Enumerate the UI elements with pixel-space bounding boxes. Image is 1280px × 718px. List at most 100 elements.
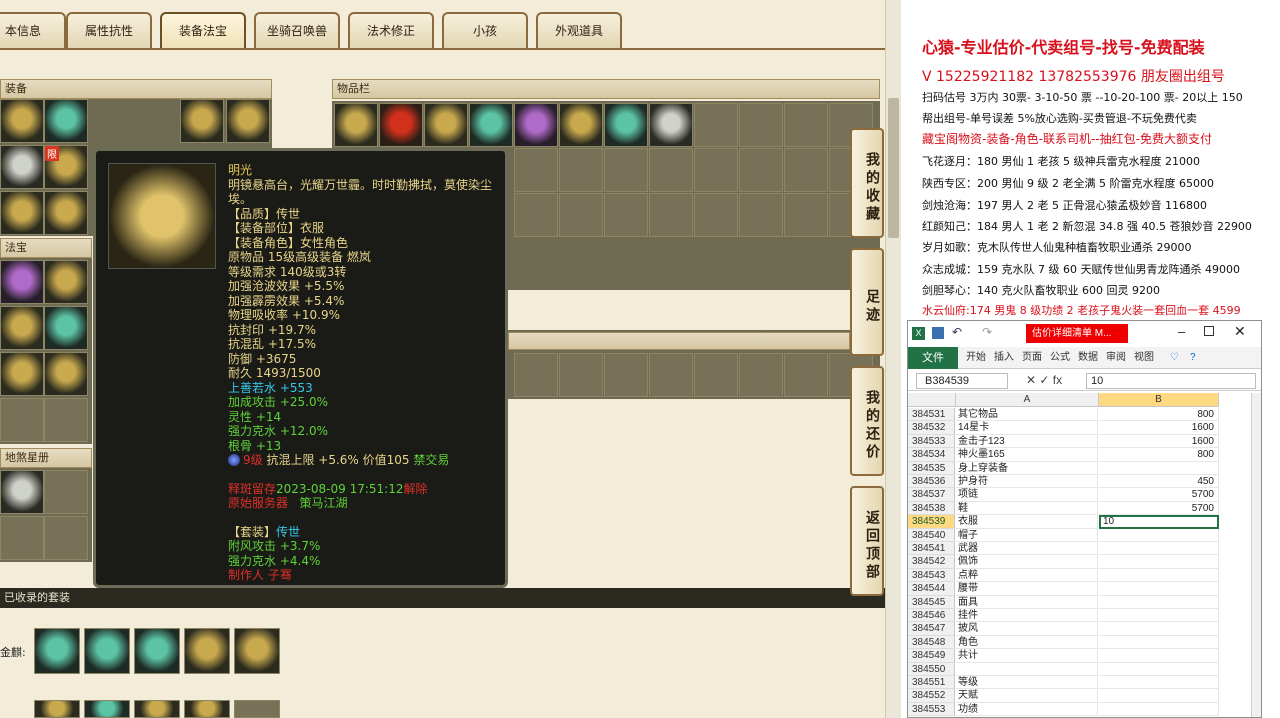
treasure-slot[interactable]	[0, 260, 44, 304]
tab-equipment[interactable]: 装备法宝	[160, 12, 246, 48]
set-item[interactable]	[184, 628, 230, 674]
row-number[interactable]: 384552	[908, 689, 955, 703]
cell-b[interactable]: 5700	[1099, 488, 1219, 502]
cell-a[interactable]: 项链	[956, 488, 1098, 502]
bag-slot[interactable]	[514, 193, 558, 237]
cell-a[interactable]: 面具	[956, 595, 1098, 609]
equip-slot[interactable]	[0, 99, 44, 143]
cell-b[interactable]	[1099, 595, 1219, 609]
cell-a[interactable]: 角色	[956, 635, 1098, 650]
row-number[interactable]: 384537	[908, 488, 955, 502]
scrollbar-thumb[interactable]	[888, 98, 899, 238]
row-number[interactable]: 384544	[908, 582, 955, 596]
bag-slot[interactable]	[739, 148, 783, 192]
save-icon[interactable]	[932, 327, 944, 339]
row-number[interactable]: 384535	[908, 461, 955, 475]
row-number[interactable]: 384545	[908, 595, 955, 609]
cell-a[interactable]: 武器	[956, 542, 1098, 556]
ribbon-tab[interactable]: 视图	[1134, 347, 1154, 369]
bag-slot[interactable]	[604, 148, 648, 192]
bag-slot[interactable]	[604, 353, 648, 397]
row-number[interactable]: 384550	[908, 662, 955, 676]
tab-appearance[interactable]: 外观道具	[536, 12, 622, 48]
row-number[interactable]: 384542	[908, 555, 955, 569]
equip-slot[interactable]	[226, 99, 270, 143]
row-number[interactable]: 384532	[908, 421, 955, 435]
cell-b[interactable]	[1099, 528, 1219, 542]
set-item[interactable]	[234, 628, 280, 674]
cell-a[interactable]: 金击子123	[956, 434, 1098, 449]
cell-b[interactable]	[1099, 649, 1219, 663]
cell-b[interactable]: 450	[1099, 475, 1219, 489]
bag-slot[interactable]	[649, 353, 693, 397]
cell-a[interactable]: 14星卡	[956, 421, 1098, 435]
treasure-slot[interactable]	[44, 260, 88, 304]
row-number[interactable]: 384548	[908, 635, 955, 650]
row-number[interactable]: 384538	[908, 501, 955, 516]
equip-slot[interactable]	[0, 145, 44, 189]
footprint-button[interactable]: 足迹	[850, 248, 884, 356]
help-icon[interactable]: ?	[1190, 347, 1196, 369]
treasure-slot[interactable]	[0, 398, 44, 442]
star-slot[interactable]	[0, 516, 44, 560]
back-to-top-button[interactable]: 返回顶部	[850, 486, 884, 596]
row-number[interactable]: 384541	[908, 542, 955, 556]
cell-b[interactable]: 1600	[1099, 434, 1219, 449]
cell-a[interactable]: 其它物品	[956, 408, 1098, 422]
bag-slot[interactable]	[694, 193, 738, 237]
set-item[interactable]	[34, 700, 80, 718]
star-slot[interactable]	[0, 470, 44, 514]
bag-slot[interactable]	[559, 193, 603, 237]
bag-slot[interactable]	[514, 353, 558, 397]
equip-slot[interactable]	[0, 191, 44, 235]
bag-slot[interactable]	[604, 193, 648, 237]
set-item[interactable]	[34, 628, 80, 674]
row-number[interactable]: 384533	[908, 434, 955, 449]
row-number[interactable]: 384534	[908, 448, 955, 462]
cell-a[interactable]: 衣服	[956, 515, 1098, 529]
cell-b[interactable]	[1099, 662, 1219, 676]
bag-slot[interactable]	[559, 103, 603, 147]
close-icon[interactable]: ✕	[1234, 323, 1246, 340]
cell-a[interactable]	[956, 662, 1098, 676]
cell-b[interactable]	[1099, 568, 1219, 583]
column-header-b[interactable]: B	[1099, 393, 1219, 407]
cell-a[interactable]: 点粹	[956, 568, 1098, 583]
cell-b[interactable]	[1099, 622, 1219, 636]
cell-a[interactable]: 挂件	[956, 609, 1098, 623]
tab-attributes[interactable]: 属性抗性	[66, 12, 152, 48]
my-favorites-button[interactable]: 我的收藏	[850, 128, 884, 238]
tab-spells[interactable]: 法术修正	[348, 12, 434, 48]
page-scrollbar[interactable]	[885, 0, 901, 718]
bag-slot[interactable]	[649, 193, 693, 237]
row-number[interactable]: 384553	[908, 702, 955, 717]
cell-b[interactable]	[1099, 676, 1219, 690]
bag-slot[interactable]	[649, 103, 693, 147]
treasure-slot[interactable]	[0, 306, 44, 350]
tab-mounts[interactable]: 坐骑召唤兽	[254, 12, 340, 48]
undo-icon[interactable]: ↶	[952, 325, 962, 339]
heart-icon[interactable]: ♡	[1170, 347, 1179, 369]
cell-a[interactable]: 功绩	[956, 702, 1098, 717]
cell-b[interactable]: 1600	[1099, 421, 1219, 435]
row-number[interactable]: 384536	[908, 475, 955, 489]
bag-slot[interactable]	[784, 103, 828, 147]
row-number[interactable]: 384547	[908, 622, 955, 636]
bag-slot[interactable]	[739, 103, 783, 147]
set-item[interactable]	[134, 628, 180, 674]
bag-slot[interactable]	[784, 193, 828, 237]
bag-slot[interactable]	[559, 148, 603, 192]
tab-basic-info[interactable]: 本信息	[0, 12, 66, 48]
equip-slot[interactable]	[180, 99, 224, 143]
cell-a[interactable]: 等级	[956, 676, 1098, 690]
bag-slot[interactable]	[694, 103, 738, 147]
cell-b[interactable]	[1099, 635, 1219, 650]
bag-slot[interactable]	[379, 103, 423, 147]
cell-a[interactable]: 神火墨165	[956, 448, 1098, 462]
fx-icon[interactable]: ✕ ✓ fx	[1026, 373, 1086, 389]
row-number[interactable]: 384546	[908, 609, 955, 623]
cell-b[interactable]	[1099, 542, 1219, 556]
bag-slot[interactable]	[559, 353, 603, 397]
set-item[interactable]	[84, 628, 130, 674]
cell-a[interactable]: 佩饰	[956, 555, 1098, 569]
